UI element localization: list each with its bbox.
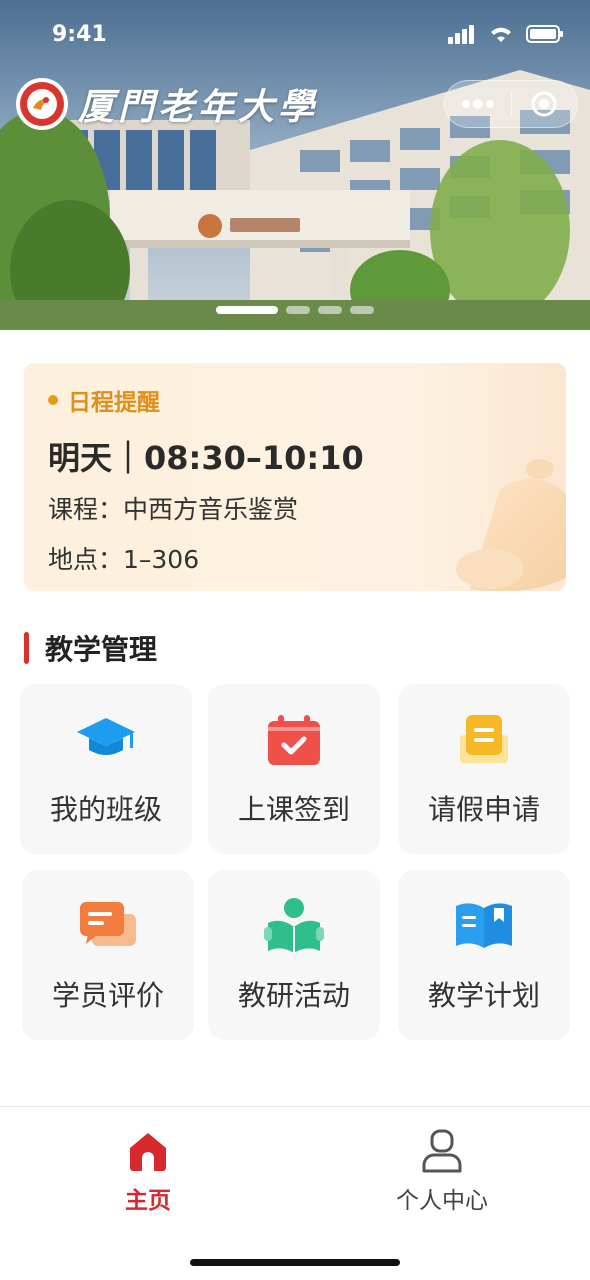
schedule-reminder-card[interactable]: 日程提醒 明天｜08:30–10:10 课程：中西方音乐鉴赏 地点：1–306 [24, 363, 566, 591]
tab-personal-center[interactable]: 个人中心 [362, 1127, 522, 1215]
brand-name: 厦門老年大學 [78, 86, 319, 128]
section-accent-bar [24, 632, 29, 664]
schedule-time: 明天｜08:30–10:10 [48, 439, 364, 477]
tab-home-label: 主页 [125, 1188, 171, 1214]
user-icon [362, 1127, 522, 1175]
chat-bubble-icon [76, 896, 140, 956]
schedule-tag-label: 日程提醒 [68, 390, 160, 416]
schedule-place: 地点：1–306 [48, 545, 200, 574]
schedule-tag: 日程提醒 [48, 383, 160, 417]
home-icon [68, 1127, 228, 1175]
home-indicator [190, 1259, 400, 1266]
tile-teaching-plan[interactable]: 教学计划 [398, 870, 570, 1040]
tab-home[interactable]: 主页 [68, 1127, 228, 1215]
tile-student-evaluation[interactable]: 学员评价 [22, 870, 194, 1040]
tile-my-class[interactable]: 我的班级 [20, 684, 192, 854]
carousel-indicator[interactable] [216, 306, 374, 314]
tile-teaching-research[interactable]: 教研活动 [208, 870, 380, 1040]
bottom-tab-bar: 主页 个人中心 [0, 1106, 590, 1280]
tab-personal-center-label: 个人中心 [396, 1188, 488, 1214]
calendar-check-icon [262, 710, 326, 770]
tile-label: 我的班级 [49, 793, 162, 826]
wifi-icon [491, 27, 511, 42]
tile-leave-request[interactable]: 请假申请 [398, 684, 570, 854]
section-title-text: 教学管理 [45, 633, 158, 666]
tile-label: 教研活动 [237, 979, 350, 1012]
open-book-icon [452, 896, 516, 956]
tile-class-checkin[interactable]: 上课签到 [208, 684, 380, 854]
more-dots-icon [461, 99, 494, 109]
carousel-dot[interactable] [318, 306, 342, 314]
leave-note-icon [452, 710, 516, 770]
brand: 厦門老年大學 [16, 78, 318, 130]
bullet-dot-icon [48, 395, 58, 405]
tile-label: 请假申请 [427, 793, 540, 826]
section-title: 教学管理 [24, 628, 157, 668]
carousel-dot[interactable] [216, 306, 278, 314]
status-time: 9:41 [52, 22, 107, 47]
tile-label: 教学计划 [427, 979, 540, 1012]
bell-icon [456, 459, 566, 591]
close-program-button[interactable] [512, 81, 578, 127]
university-logo [16, 78, 68, 130]
graduation-cap-icon [74, 710, 138, 770]
battery-icon [526, 25, 563, 43]
reading-person-icon [262, 896, 326, 956]
hero-banner[interactable]: 9:41 厦門老年大學 [0, 0, 590, 330]
cellular-signal-icon [448, 25, 474, 44]
mini-program-capsule[interactable] [444, 80, 578, 128]
more-button[interactable] [445, 81, 511, 127]
carousel-dot[interactable] [286, 306, 310, 314]
tile-label: 上课签到 [237, 793, 350, 826]
target-circle-icon [531, 91, 557, 117]
status-bar: 9:41 [0, 0, 590, 70]
schedule-course: 课程：中西方音乐鉴赏 [48, 495, 299, 524]
carousel-dot[interactable] [350, 306, 374, 314]
tile-label: 学员评价 [51, 979, 164, 1012]
status-icons [448, 24, 564, 44]
